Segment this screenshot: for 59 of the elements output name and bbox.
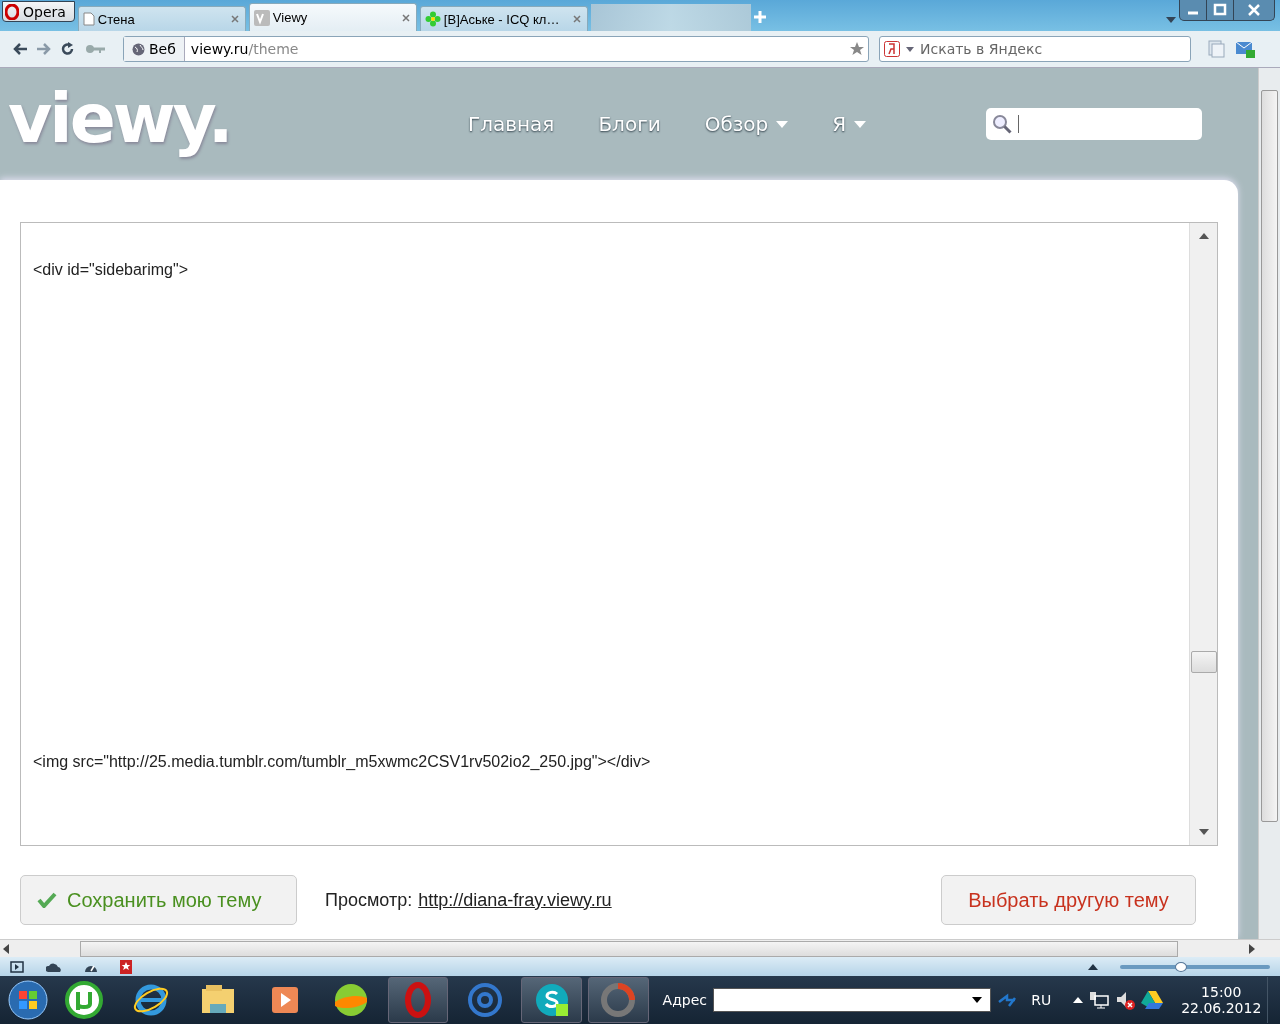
address-field[interactable] [713, 988, 992, 1012]
code-editor[interactable]: <div id="sidebarimg"> <img src="http://25.media.tumblr.com/tumblr_m5xwmc2CSV1rv502io2_250.jpg"></div> [20, 222, 1218, 846]
url-text: viewy.ru/theme [189, 41, 300, 57]
web-badge[interactable]: Веб [124, 37, 185, 61]
horizontal-scrollbar[interactable] [0, 939, 1280, 957]
browser-tab[interactable]: Стена [77, 6, 246, 31]
preview-link[interactable]: http://diana-fray.viewy.ru [418, 889, 612, 911]
close-icon[interactable] [572, 15, 581, 23]
choose-theme-button[interactable]: Выбрать другую тему [941, 875, 1196, 925]
language-indicator[interactable]: RU [1031, 992, 1052, 1008]
site-search-field[interactable] [986, 108, 1202, 140]
globe-icon [132, 42, 145, 56]
scroll-left-icon[interactable] [3, 943, 9, 954]
editor-scrollbar[interactable] [1189, 223, 1217, 845]
scroll-up-icon [1198, 233, 1209, 239]
torrent-icon [64, 980, 105, 1020]
opera-logo-icon [5, 3, 19, 20]
code-line: <div id="sidebarimg"> [33, 261, 189, 279]
page-icon [82, 12, 95, 26]
tray-arrow-icon[interactable] [1073, 997, 1084, 1003]
mail-icon[interactable] [1235, 40, 1255, 58]
search-field[interactable]: Искать в Яндекс [879, 36, 1191, 62]
close-icon[interactable] [401, 13, 410, 22]
bookmark-icon[interactable] [120, 959, 132, 974]
flower-icon [424, 11, 441, 27]
code-line: <img src="http://25.media.tumblr.com/tumblr_m5xwmc2CSV1rv502io2_250.jpg"></div> [33, 753, 652, 771]
taskbar-button[interactable] [521, 977, 582, 1023]
cloud-icon[interactable] [46, 961, 62, 972]
caret-icon [972, 997, 983, 1003]
back-icon[interactable] [13, 43, 27, 55]
zoom-slider[interactable] [1120, 964, 1270, 969]
scroll-down-icon [1198, 829, 1209, 835]
preview-label: Просмотр: [325, 889, 413, 911]
caret-icon[interactable] [1166, 17, 1176, 23]
reload-icon[interactable] [61, 42, 75, 56]
browser-tab[interactable]: [B]Аське - ICQ кл… [419, 6, 588, 31]
zoom-up-icon[interactable] [1088, 963, 1098, 970]
network-icon[interactable] [1089, 991, 1110, 1009]
clock-date[interactable]: 22.06.2012 [1181, 1000, 1262, 1016]
caret-icon [906, 46, 914, 52]
drive-icon[interactable] [1141, 990, 1164, 1010]
scroll-right-icon[interactable] [1249, 943, 1255, 954]
address-bar[interactable]: Веб viewy.ru/theme [123, 36, 869, 62]
opera-menu-button[interactable]: Opera [2, 1, 75, 22]
page-scrollbar[interactable] [1258, 68, 1280, 939]
address-label: Адрес [662, 992, 708, 1008]
search-icon [992, 114, 1012, 134]
close-icon[interactable] [230, 15, 239, 23]
checkmark-icon [37, 892, 57, 908]
panel-icon[interactable] [10, 960, 24, 973]
site-icon [253, 9, 270, 26]
browser-tab[interactable]: Viewy [248, 3, 417, 31]
scroll-thumb[interactable] [1190, 651, 1217, 673]
star-icon[interactable] [850, 42, 864, 56]
clock-time[interactable]: 15:00 [1201, 984, 1242, 1000]
windows-start-icon[interactable] [8, 980, 48, 1020]
muted-speaker-icon[interactable] [1115, 990, 1136, 1010]
yandex-icon [884, 41, 900, 57]
save-theme-button[interactable]: Сохранить мою тему [20, 875, 297, 925]
